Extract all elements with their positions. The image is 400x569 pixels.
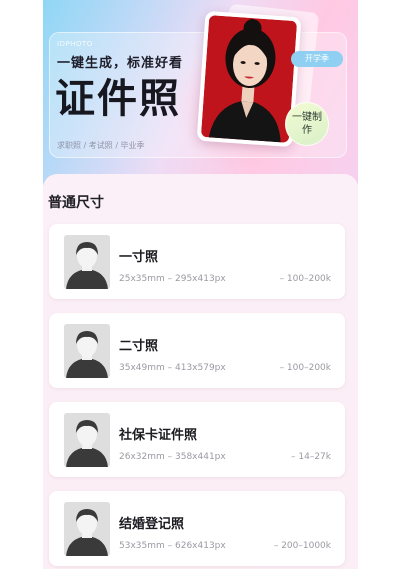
- spec-name: 一寸照: [119, 250, 159, 265]
- avatar-placeholder-icon: [64, 324, 110, 378]
- banner-title: 证件照: [55, 76, 181, 122]
- spec-dimensions: 26x32mm – 358x441px: [119, 452, 226, 462]
- one-click-make-button[interactable]: 一键制作: [285, 102, 329, 146]
- banner-footnote: 求职照 / 考试照 / 毕业季: [57, 141, 145, 150]
- avatar-placeholder-icon: [64, 502, 110, 556]
- avatar-placeholder-icon: [64, 235, 110, 289]
- app-screen: IDPHOTO 一键生成，标准好看 证件照 求职照 / 考试照 / 毕业季 开学…: [43, 0, 358, 569]
- spec-card-1inch[interactable]: 一寸照 25x35mm – 295x413px – 100–200k: [49, 224, 345, 299]
- avatar-placeholder-icon: [64, 413, 110, 467]
- size-list-panel: 普通尺寸 一寸照 25x35mm – 295x413px – 100–200k: [43, 174, 358, 569]
- spec-file-size: – 100–200k: [279, 363, 331, 373]
- spec-dimensions: 53x35mm – 626x413px: [119, 541, 226, 551]
- spec-file-size: – 200–1000k: [273, 541, 331, 551]
- spec-card-2inch[interactable]: 二寸照 35x49mm – 413x579px – 100–200k: [49, 313, 345, 388]
- spec-card-social-security[interactable]: 社保卡证件照 26x32mm – 358x441px – 14–27k: [49, 402, 345, 477]
- spec-name: 二寸照: [119, 339, 159, 354]
- season-tag[interactable]: 开学季: [291, 51, 343, 67]
- section-title: 普通尺寸: [48, 195, 104, 211]
- spec-card-marriage[interactable]: 结婚登记照 53x35mm – 626x413px – 200–1000k: [49, 491, 345, 566]
- spec-dimensions: 35x49mm – 413x579px: [119, 363, 226, 373]
- banner-brand: IDPHOTO: [57, 40, 93, 48]
- spec-file-size: – 100–200k: [279, 274, 331, 284]
- banner-tagline: 一键生成，标准好看: [57, 56, 184, 71]
- spec-file-size: – 14–27k: [291, 452, 331, 462]
- spec-dimensions: 25x35mm – 295x413px: [119, 274, 226, 284]
- spec-name: 结婚登记照: [119, 517, 185, 532]
- sample-portrait-image: [200, 15, 298, 143]
- spec-name: 社保卡证件照: [119, 428, 198, 443]
- promo-banner[interactable]: IDPHOTO 一键生成，标准好看 证件照 求职照 / 考试照 / 毕业季 开学…: [43, 0, 358, 185]
